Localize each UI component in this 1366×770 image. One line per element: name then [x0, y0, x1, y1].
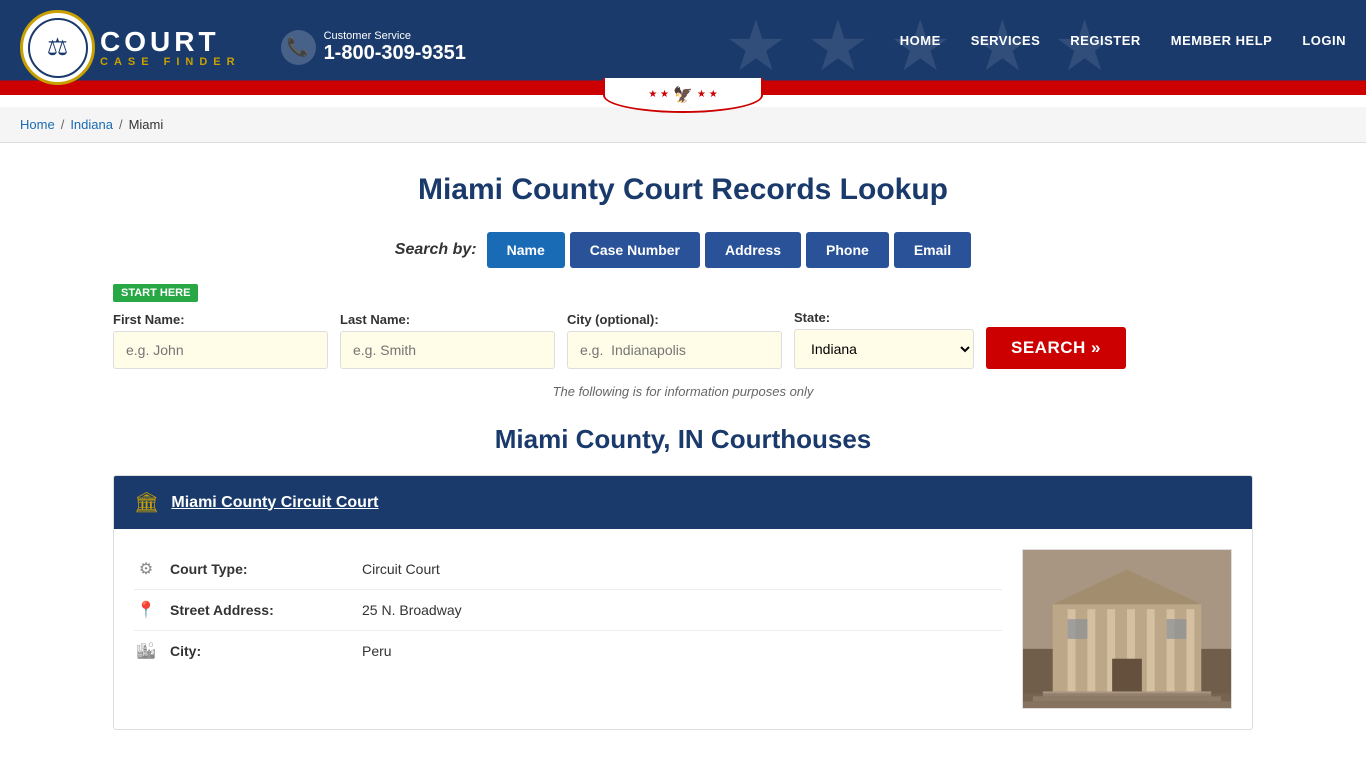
court-type-icon: ⚙ [134, 559, 158, 579]
city-row: 🏙 City: Peru [134, 631, 1002, 671]
eagle-stars: ★ ★ 🦅 ★ ★ [648, 85, 717, 105]
courthouse-info: ⚙ Court Type: Circuit Court 📍 Street Add… [134, 549, 1002, 709]
state-select[interactable]: Indiana [794, 329, 974, 369]
state-label: State: [794, 310, 974, 325]
street-address-value: 25 N. Broadway [362, 602, 462, 618]
eagle-ribbon: ★ ★ 🦅 ★ ★ [603, 78, 763, 113]
first-name-group: First Name: [113, 312, 328, 369]
main-nav: HOME SERVICES REGISTER MEMBER HELP LOGIN [900, 33, 1346, 63]
courthouses-title: Miami County, IN Courthouses [113, 424, 1253, 455]
logo-finder-text: CASE FINDER [100, 56, 241, 68]
courthouse-header: 🏛 Miami County Circuit Court [114, 476, 1252, 529]
nav-member-help[interactable]: MEMBER HELP [1171, 33, 1273, 48]
breadcrumb-sep-2: / [119, 117, 123, 132]
street-address-row: 📍 Street Address: 25 N. Broadway [134, 590, 1002, 631]
logo-area: ⚖ COURT CASE FINDER [20, 10, 241, 85]
tab-phone[interactable]: Phone [806, 232, 889, 268]
logo-court-text: COURT [100, 28, 241, 56]
breadcrumb: Home / Indiana / Miami [20, 117, 1346, 132]
main-content: Miami County Court Records Lookup Search… [83, 143, 1283, 770]
search-form-container: START HERE First Name: Last Name: City (… [113, 283, 1253, 369]
court-type-value: Circuit Court [362, 561, 440, 577]
city-label-row: City: [170, 643, 350, 659]
phone-text: Customer Service 1-800-309-9351 [324, 30, 466, 65]
search-button[interactable]: SEARCH » [986, 327, 1126, 369]
tab-name[interactable]: Name [487, 232, 565, 268]
nav-services[interactable]: SERVICES [971, 33, 1041, 48]
last-name-label: Last Name: [340, 312, 555, 327]
breadcrumb-sep-1: / [61, 117, 65, 132]
nav-register[interactable]: REGISTER [1070, 33, 1140, 48]
logo-circle: ⚖ [20, 10, 95, 85]
courthouse-card: 🏛 Miami County Circuit Court ⚙ Court Typ… [113, 475, 1253, 730]
courthouse-body: ⚙ Court Type: Circuit Court 📍 Street Add… [114, 529, 1252, 729]
address-icon: 📍 [134, 600, 158, 620]
info-note: The following is for information purpose… [113, 384, 1253, 399]
start-here-badge: START HERE [113, 284, 198, 302]
logo-text: COURT CASE FINDER [100, 28, 241, 68]
street-address-label: Street Address: [170, 602, 350, 618]
city-icon: 🏙 [134, 641, 158, 661]
site-header: ★ ★ ★ ★ ★ ⚖ COURT CASE FINDER 📞 Customer… [0, 0, 1366, 95]
tab-address[interactable]: Address [705, 232, 801, 268]
first-name-input[interactable] [113, 331, 328, 369]
phone-number: 1-800-309-9351 [324, 42, 466, 64]
building-illustration [1023, 549, 1231, 709]
last-name-input[interactable] [340, 331, 555, 369]
breadcrumb-indiana[interactable]: Indiana [70, 117, 113, 132]
courthouse-image [1022, 549, 1232, 709]
courthouse-icon: 🏛 [134, 490, 159, 515]
first-name-label: First Name: [113, 312, 328, 327]
courthouse-name-link[interactable]: Miami County Circuit Court [171, 494, 378, 512]
page-title: Miami County Court Records Lookup [113, 173, 1253, 207]
city-value: Peru [362, 643, 392, 659]
nav-login[interactable]: LOGIN [1302, 33, 1346, 48]
logo-emblem: ⚖ [28, 18, 88, 78]
customer-service-label: Customer Service [324, 30, 466, 42]
city-group: City (optional): [567, 312, 782, 369]
tab-case-number[interactable]: Case Number [570, 232, 700, 268]
phone-icon: 📞 [281, 30, 316, 65]
nav-home[interactable]: HOME [900, 33, 941, 48]
tab-email[interactable]: Email [894, 232, 971, 268]
search-by-label: Search by: [395, 241, 477, 259]
breadcrumb-current: Miami [129, 117, 164, 132]
customer-service-area: 📞 Customer Service 1-800-309-9351 [281, 30, 466, 65]
court-type-row: ⚙ Court Type: Circuit Court [134, 549, 1002, 590]
search-form: First Name: Last Name: City (optional): … [113, 310, 1253, 369]
city-label: City (optional): [567, 312, 782, 327]
court-type-label: Court Type: [170, 561, 350, 577]
breadcrumb-home[interactable]: Home [20, 117, 55, 132]
city-input[interactable] [567, 331, 782, 369]
state-group: State: Indiana [794, 310, 974, 369]
last-name-group: Last Name: [340, 312, 555, 369]
search-by-row: Search by: Name Case Number Address Phon… [113, 232, 1253, 268]
